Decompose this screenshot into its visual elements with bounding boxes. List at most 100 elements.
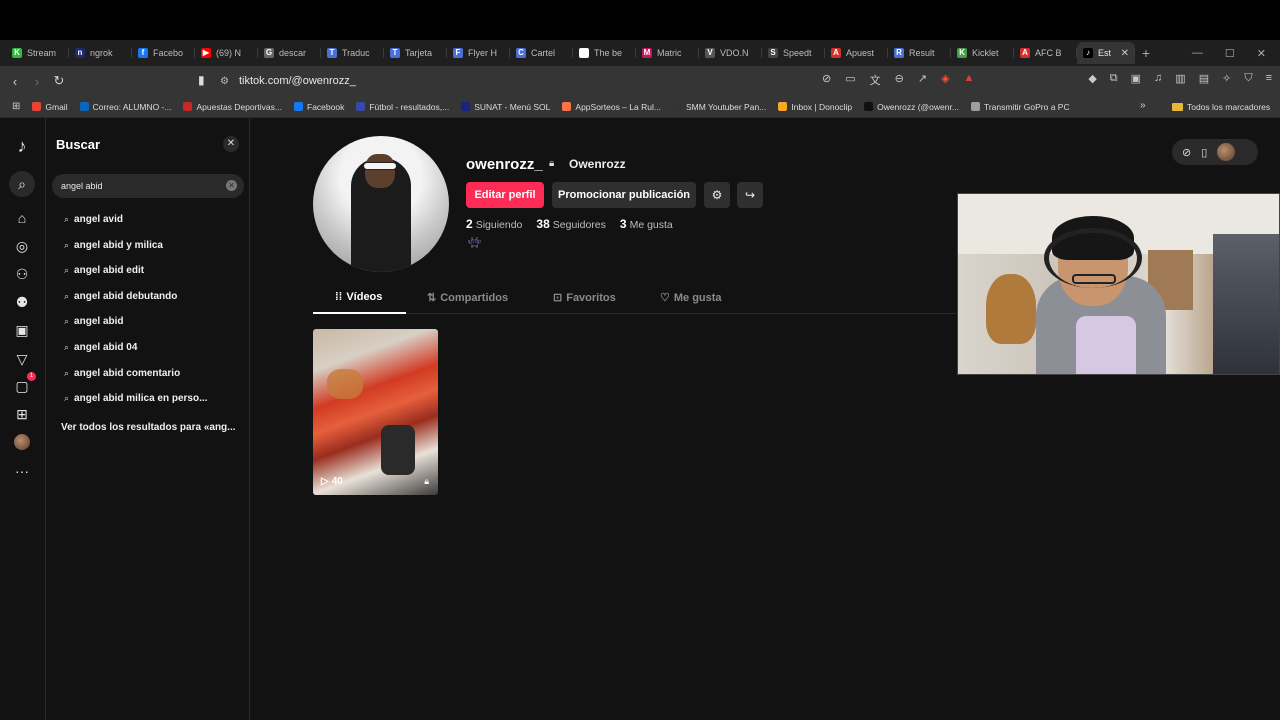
search-suggestion[interactable]: ⌕ angel abid	[64, 316, 124, 327]
music-icon[interactable]: ♫	[1154, 72, 1162, 85]
back-icon[interactable]: ‹	[4, 74, 26, 89]
site-info-icon[interactable]: ⚙	[220, 76, 229, 87]
cast-icon[interactable]: ▭	[845, 72, 855, 88]
browser-tab[interactable]: A AFC B	[1014, 42, 1077, 64]
upload-icon[interactable]: ⊞	[12, 404, 32, 424]
search-suggestion[interactable]: ⌕ angel abid debutando	[64, 291, 177, 302]
extensions-icon[interactable]: ⧉	[1110, 72, 1118, 85]
browser-tab[interactable]: K Kicklet	[951, 42, 1014, 64]
device-icon[interactable]: ▯	[1201, 146, 1207, 159]
tab-videos[interactable]: ⁞⁞ Vídeos	[335, 291, 382, 303]
search-suggestion[interactable]: ⌕ angel abid y milica	[64, 240, 163, 251]
browser-tab[interactable]: R Result	[888, 42, 951, 64]
bookmark-item[interactable]: Fútbol - resultados,...	[350, 102, 455, 112]
profile-avatar-icon[interactable]	[14, 434, 30, 450]
profile-avatar[interactable]	[313, 136, 449, 272]
browser-tab[interactable]: V VDO.N	[699, 42, 762, 64]
leo-icon[interactable]: ✧	[1222, 72, 1231, 85]
following-icon[interactable]: ⚇	[12, 264, 32, 284]
more-bookmarks-icon[interactable]: »	[1140, 100, 1146, 111]
browser-tab[interactable]: K Stream	[6, 42, 69, 64]
header-avatar[interactable]	[1217, 143, 1236, 161]
clear-search-icon[interactable]: ✕	[226, 180, 237, 191]
search-suggestion[interactable]: ⌕ angel abid milica en perso...	[64, 393, 207, 404]
close-window-icon[interactable]: ✕	[1257, 47, 1266, 60]
browser-tab[interactable]: ◆ The be	[573, 42, 636, 64]
home-icon[interactable]: ⌂	[12, 208, 32, 228]
tab-liked[interactable]: ♡ Me gusta	[660, 291, 722, 305]
bookmark-item[interactable]: Facebook	[288, 102, 350, 112]
promote-post-button[interactable]: Promocionar publicación	[552, 182, 696, 208]
search-suggestion[interactable]: ⌕ angel abid edit	[64, 265, 144, 276]
window-controls: — ☐ ✕	[1192, 47, 1280, 60]
more-icon[interactable]: ···	[12, 461, 32, 481]
search-suggestion[interactable]: ⌕ angel abid comentario	[64, 368, 180, 379]
share-icon[interactable]: ↗	[918, 72, 927, 88]
wallet-card-icon[interactable]: ▤	[1199, 72, 1209, 85]
vpn-icon[interactable]: ⛉	[1244, 72, 1252, 85]
bookmark-item[interactable]: Gmail	[26, 102, 73, 112]
browser-tab-active[interactable]: ♪ Est ✕	[1077, 42, 1135, 64]
tab-favorites[interactable]: ⊡ Favoritos	[553, 291, 616, 305]
rewards-icon[interactable]: ▲	[964, 72, 975, 88]
browser-tab[interactable]: T Tarjeta	[384, 42, 447, 64]
following-stat[interactable]: 2 Siguiendo	[466, 217, 522, 231]
address-bar-actions: ⊘ ▭ 文 ⊖ ↗ ◈ ▲	[822, 72, 974, 88]
maximize-icon[interactable]: ☐	[1225, 47, 1235, 60]
menu-icon[interactable]: ≡	[1266, 72, 1272, 85]
apps-icon[interactable]: ⊞	[6, 101, 26, 112]
bookmark-item[interactable]: Transmitir GoPro a PC	[965, 102, 1076, 112]
reload-icon[interactable]: ↻	[48, 73, 70, 89]
search-suggestion[interactable]: ⌕ angel avid	[64, 214, 123, 225]
forward-icon[interactable]: ›	[26, 74, 48, 89]
friends-icon[interactable]: ⚉	[12, 292, 32, 312]
search-query: angel abid	[61, 181, 103, 191]
browser-tab[interactable]: M Matric	[636, 42, 699, 64]
video-thumbnail[interactable]: ▷ 40 🔒︎	[313, 329, 438, 495]
browser-tab[interactable]: S Speedt	[762, 42, 825, 64]
close-icon[interactable]: ✕	[223, 136, 239, 152]
browser-tab[interactable]: F Flyer H	[447, 42, 510, 64]
bookmark-item[interactable]: Inbox | Donoclip	[772, 102, 858, 112]
bookmark-item[interactable]: Correo: ALUMNO -...	[74, 102, 178, 112]
bookmark-item[interactable]: SMM Youtuber Pan...	[667, 102, 772, 112]
coins-icon[interactable]: ⊘	[1182, 146, 1191, 159]
bookmark-item[interactable]: Owenrozz (@owenr...	[858, 102, 965, 112]
all-bookmarks-folder[interactable]: Todos los marcadores	[1172, 96, 1270, 118]
tiktok-logo-icon[interactable]: ♪	[12, 136, 32, 156]
eye-off-icon[interactable]: ⊘	[822, 72, 831, 88]
bookmark-item[interactable]: Apuestas Deportivas...	[177, 102, 288, 112]
search-input[interactable]: angel abid ✕	[52, 174, 244, 198]
browser-tab[interactable]: T Traduc	[321, 42, 384, 64]
browser-tab[interactable]: C Cartel	[510, 42, 573, 64]
inbox-icon[interactable]: ▢ 1	[12, 372, 36, 396]
search-icon[interactable]: ⌕	[9, 171, 35, 197]
sidebar-icon[interactable]: ▥	[1175, 72, 1185, 85]
wallet-icon[interactable]: ◆	[1088, 72, 1096, 85]
settings-gear-icon[interactable]: ⚙	[704, 182, 730, 208]
edit-profile-button[interactable]: Editar perfil	[466, 182, 544, 208]
browser-tab[interactable]: A Apuest	[825, 42, 888, 64]
live-icon[interactable]: ▣	[12, 320, 32, 340]
browser-tab[interactable]: ▶ (69) N	[195, 42, 258, 64]
browser-tab[interactable]: n ngrok	[69, 42, 132, 64]
translate-icon[interactable]: 文	[870, 72, 881, 88]
bookmark-item[interactable]: AppSorteos – La Rul...	[556, 102, 667, 112]
search-suggestion[interactable]: ⌕ angel abid 04	[64, 342, 137, 353]
bookmark-item[interactable]: SUNAT - Menú SOL	[455, 102, 556, 112]
bookmark-page-icon[interactable]: ▮	[198, 73, 205, 87]
browser-tab[interactable]: Gdescar	[258, 42, 321, 64]
screenshot-icon[interactable]: ▣	[1131, 72, 1141, 85]
share-profile-icon[interactable]: ↪	[737, 182, 763, 208]
minimize-icon[interactable]: —	[1192, 47, 1203, 60]
messages-icon[interactable]: ▽	[12, 349, 32, 369]
explore-icon[interactable]: ◎	[12, 236, 32, 256]
followers-stat[interactable]: 38 Seguidores	[536, 217, 605, 231]
brave-shield-icon[interactable]: ◈	[941, 72, 949, 88]
close-tab-icon[interactable]: ✕	[1121, 48, 1129, 59]
browser-tab[interactable]: f Facebo	[132, 42, 195, 64]
tab-shared[interactable]: ⇅ Compartidos	[427, 291, 508, 305]
new-tab-button[interactable]: +	[1135, 45, 1157, 61]
zoom-icon[interactable]: ⊖	[895, 72, 904, 88]
see-all-results-link[interactable]: Ver todos los resultados para «ang...	[61, 422, 241, 433]
